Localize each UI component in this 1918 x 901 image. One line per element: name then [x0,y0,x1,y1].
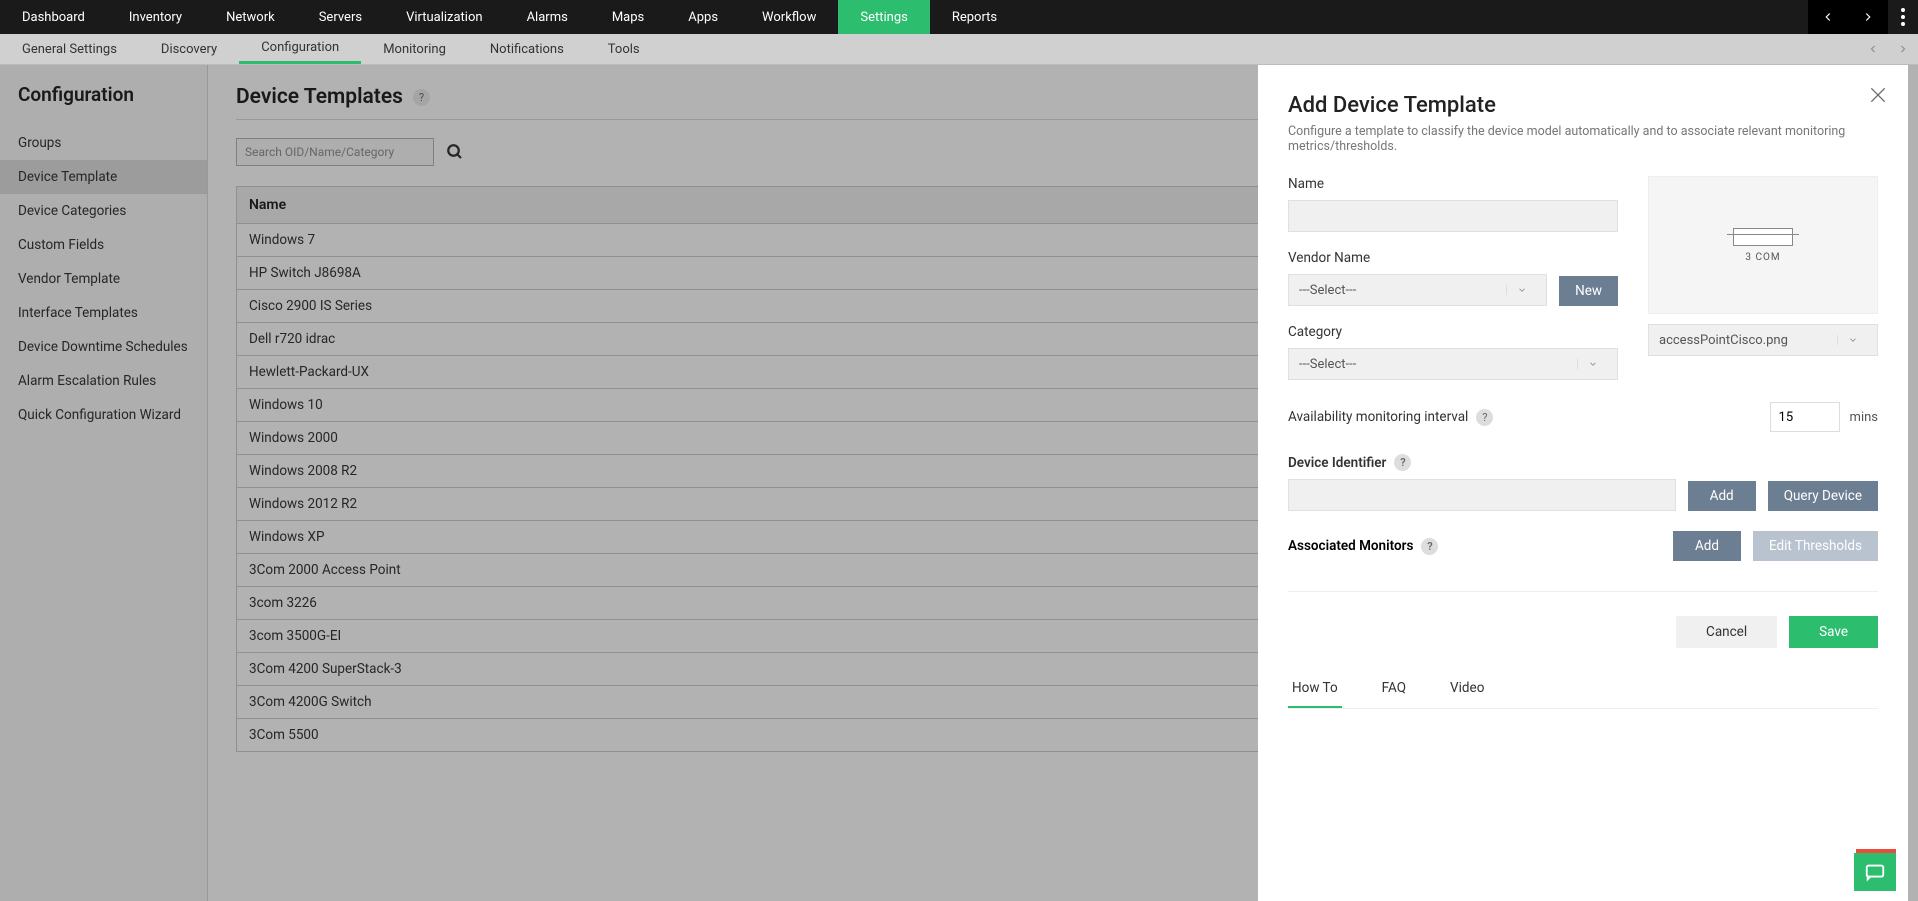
chat-button[interactable] [1854,853,1896,891]
sub-nav-item[interactable]: Notifications [468,34,586,64]
category-label: Category [1288,324,1618,340]
vendor-select-value: ---Select--- [1299,283,1356,298]
vendor-select[interactable]: ---Select--- [1288,274,1547,306]
help-icon[interactable]: ? [1476,409,1493,426]
top-nav-item[interactable]: Apps [666,0,740,34]
save-button[interactable]: Save [1789,616,1878,648]
top-nav-item[interactable]: Workflow [740,0,838,34]
category-select[interactable]: ---Select--- [1288,348,1618,380]
add-monitor-button[interactable]: Add [1673,531,1741,561]
query-device-button[interactable]: Query Device [1768,481,1878,511]
subnav-next-icon[interactable] [1888,34,1918,64]
sub-nav: General SettingsDiscoveryConfigurationMo… [0,34,1918,65]
new-vendor-button[interactable]: New [1559,276,1618,306]
more-menu-icon[interactable] [1888,0,1918,34]
sub-nav-item[interactable]: Tools [586,34,662,64]
top-nav-item[interactable]: Dashboard [0,0,107,34]
category-select-value: ---Select--- [1299,357,1356,372]
top-nav: DashboardInventoryNetworkServersVirtuali… [0,0,1918,34]
help-icon[interactable]: ? [1421,538,1438,555]
interval-label: Availability monitoring interval [1288,409,1468,425]
help-tabs: How To FAQ Video [1288,670,1878,709]
sub-nav-item[interactable]: Monitoring [361,34,468,64]
nav-next-icon[interactable] [1848,0,1888,34]
interval-unit: mins [1850,410,1878,425]
top-nav-item[interactable]: Virtualization [384,0,505,34]
spacer [1019,0,1808,34]
identifier-label: Device Identifier [1288,455,1386,471]
name-field[interactable] [1288,200,1618,232]
help-icon[interactable]: ? [1394,454,1411,471]
interval-field[interactable] [1770,402,1840,432]
sub-nav-item[interactable]: Configuration [239,34,361,64]
spacer [662,34,1858,64]
top-nav-item[interactable]: Reports [930,0,1019,34]
sub-nav-item[interactable]: General Settings [0,34,139,64]
add-device-template-panel: Add Device Template Configure a template… [1258,65,1908,901]
vendor-label: Vendor Name [1288,250,1618,266]
chevron-down-icon [1837,335,1867,345]
image-caption: 3 COM [1745,252,1780,263]
edit-thresholds-button[interactable]: Edit Thresholds [1753,531,1878,561]
top-nav-item[interactable]: Inventory [107,0,204,34]
monitors-label: Associated Monitors [1288,538,1413,554]
top-nav-item[interactable]: Alarms [505,0,590,34]
add-identifier-button[interactable]: Add [1688,481,1756,511]
chevron-down-icon [1506,285,1536,295]
nav-prev-icon[interactable] [1808,0,1848,34]
close-icon[interactable] [1868,85,1888,105]
subnav-prev-icon[interactable] [1858,34,1888,64]
name-label: Name [1288,176,1618,192]
device-image-preview: 3 COM [1648,176,1878,314]
image-file-value: accessPointCisco.png [1659,333,1788,348]
top-nav-item[interactable]: Maps [590,0,666,34]
panel-tab[interactable]: How To [1288,670,1342,708]
top-nav-item[interactable]: Settings [838,0,929,34]
panel-tab[interactable]: FAQ [1378,670,1410,708]
sub-nav-item[interactable]: Discovery [139,34,239,64]
panel-tab[interactable]: Video [1446,670,1488,708]
panel-subtitle: Configure a template to classify the dev… [1288,124,1878,154]
cancel-button[interactable]: Cancel [1676,616,1777,648]
top-nav-item[interactable]: Servers [297,0,384,34]
panel-title: Add Device Template [1288,93,1878,118]
top-nav-item[interactable]: Network [204,0,297,34]
chevron-down-icon [1577,359,1607,369]
image-file-select[interactable]: accessPointCisco.png [1648,324,1878,356]
identifier-field[interactable] [1288,479,1676,511]
